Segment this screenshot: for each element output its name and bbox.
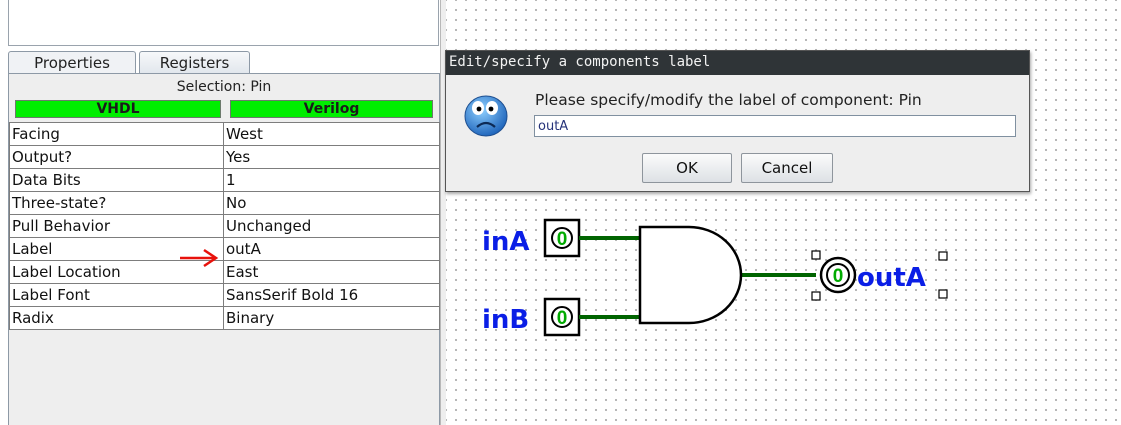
vhdl-button[interactable]: VHDL: [15, 100, 221, 118]
property-key: Facing: [9, 122, 224, 146]
table-row[interactable]: Label Location East: [9, 260, 440, 284]
input-a-label: inA: [482, 227, 530, 257]
output-label: outA: [857, 263, 926, 293]
table-row[interactable]: Facing West: [9, 122, 440, 146]
input-a-value: 0: [557, 229, 568, 250]
hdl-buttons: VHDL Verilog: [9, 98, 439, 120]
input-pin-b[interactable]: 0: [543, 297, 581, 337]
property-key: Three-state?: [9, 191, 224, 215]
table-row[interactable]: Three-state? No: [9, 191, 440, 215]
property-value[interactable]: Yes: [223, 145, 440, 169]
label-input[interactable]: [534, 115, 1016, 137]
property-value[interactable]: 1: [223, 168, 440, 192]
table-row[interactable]: Label outA: [9, 237, 440, 261]
property-value[interactable]: East: [223, 260, 440, 284]
input-b-value: 0: [557, 308, 568, 329]
table-row[interactable]: Data Bits 1: [9, 168, 440, 192]
property-key: Pull Behavior: [9, 214, 224, 238]
tab-registers[interactable]: Registers: [139, 51, 250, 74]
properties-table: Facing West Output? Yes Data Bits 1 Three-s…: [9, 122, 440, 330]
worried-face-icon: [464, 95, 508, 137]
property-value[interactable]: Unchanged: [223, 214, 440, 238]
property-value[interactable]: Binary: [223, 306, 440, 330]
table-row[interactable]: Radix Binary: [9, 306, 440, 330]
table-row[interactable]: Pull Behavior Unchanged: [9, 214, 440, 238]
dialog-title: Edit/specify a components label: [446, 51, 1029, 75]
cancel-button[interactable]: Cancel: [741, 153, 833, 183]
red-arrow-icon: [180, 248, 219, 268]
table-row[interactable]: Output? Yes: [9, 145, 440, 169]
properties-panel: Selection: Pin VHDL Verilog Facing West O…: [8, 73, 440, 425]
output-value: 0: [833, 266, 844, 287]
verilog-button[interactable]: Verilog: [230, 100, 433, 118]
property-value[interactable]: West: [223, 122, 440, 146]
property-value[interactable]: outA: [223, 237, 440, 261]
table-row[interactable]: Label Font SansSerif Bold 16: [9, 283, 440, 307]
input-b-label: inB: [482, 305, 529, 335]
property-key: Data Bits: [9, 168, 224, 192]
selection-title: Selection: Pin: [176, 79, 272, 95]
output-pin[interactable]: 0: [819, 256, 857, 294]
property-key: Radix: [9, 306, 224, 330]
property-key: Label Font: [9, 283, 224, 307]
ok-button[interactable]: OK: [642, 153, 732, 183]
tab-properties[interactable]: Properties: [8, 51, 136, 74]
input-pin-a[interactable]: 0: [543, 218, 581, 258]
property-value[interactable]: No: [223, 191, 440, 215]
dialog-message: Please specify/modify the label of compo…: [535, 91, 922, 109]
and-gate[interactable]: [638, 225, 743, 325]
explorer-panel: [8, 0, 439, 46]
property-key: Output?: [9, 145, 224, 169]
label-dialog: Edit/specify a components label Please s…: [445, 50, 1030, 192]
property-value[interactable]: SansSerif Bold 16: [223, 283, 440, 307]
